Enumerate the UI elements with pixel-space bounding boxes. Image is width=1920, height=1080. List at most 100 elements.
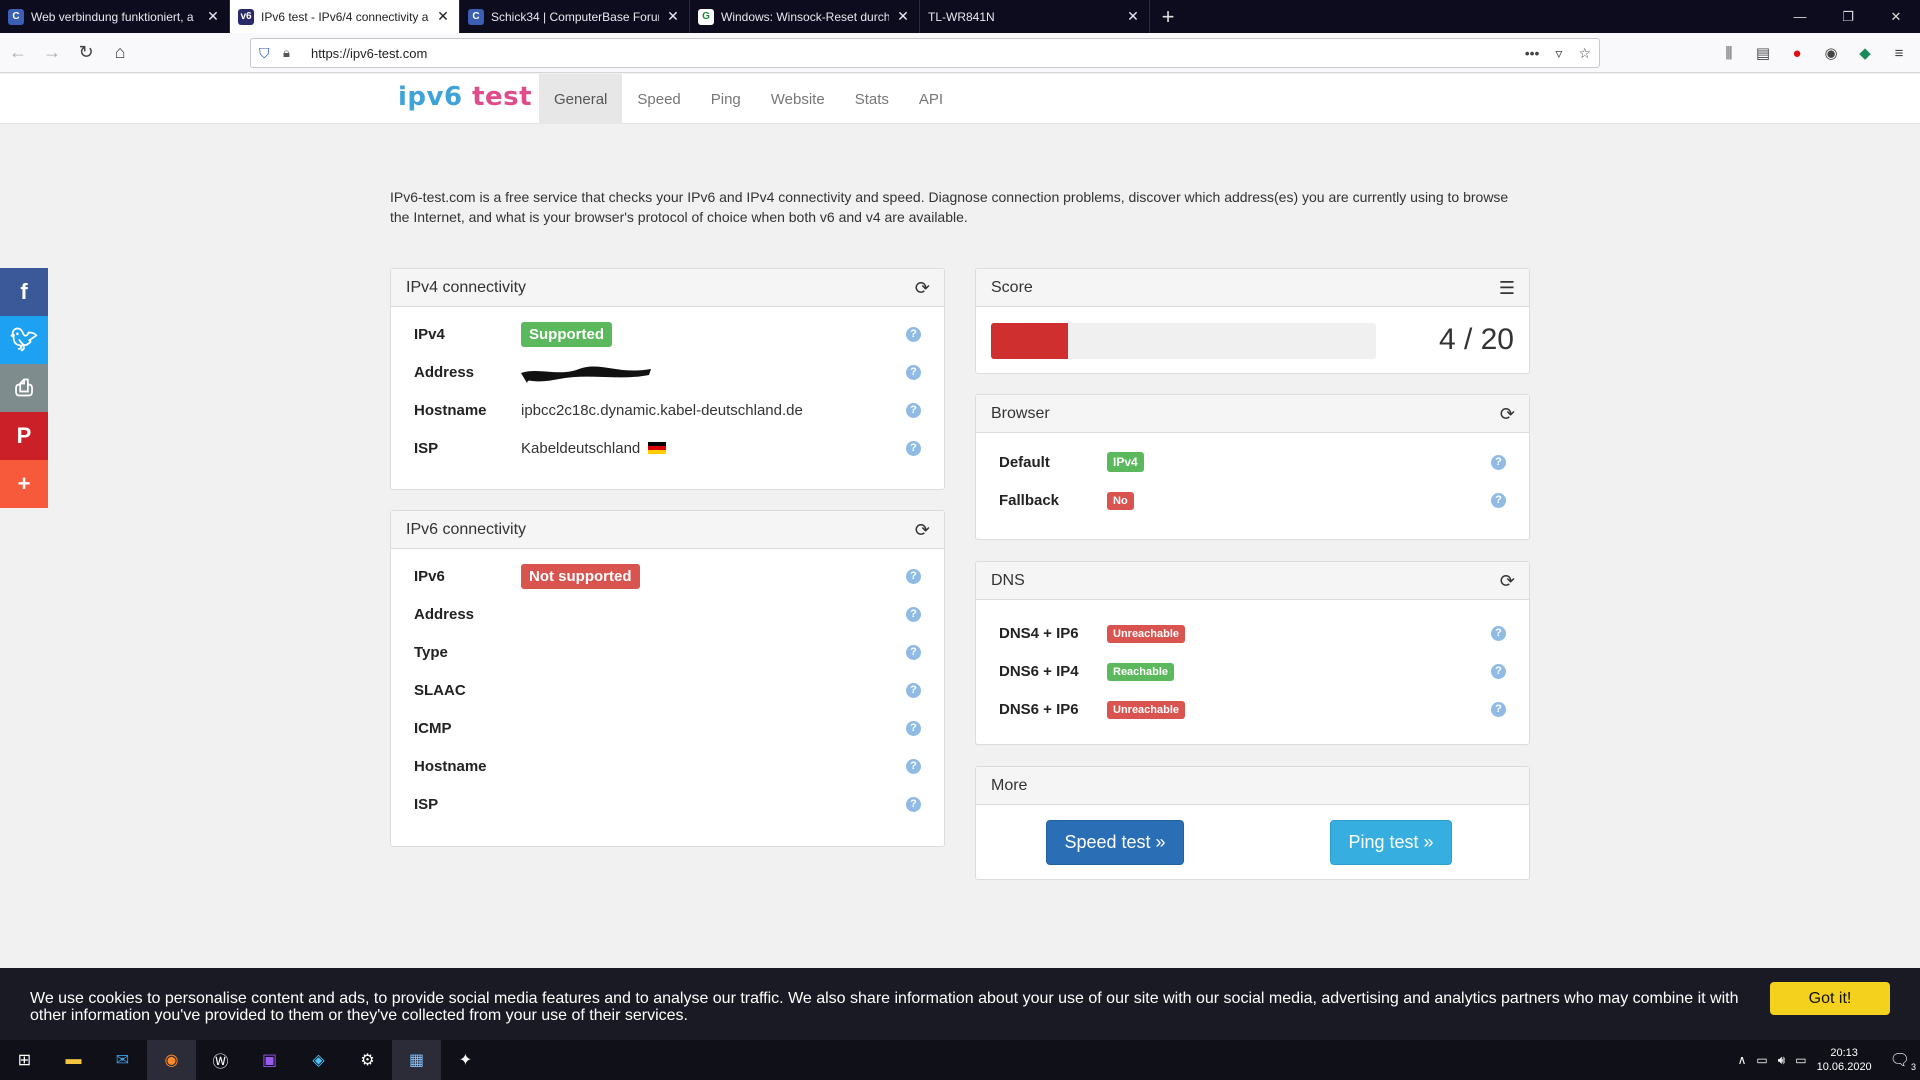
icmp-label: ICMP [414, 719, 452, 737]
library-icon[interactable]: ⫼ [1718, 37, 1740, 69]
settings-gear-icon[interactable]: ⚙ [343, 1040, 392, 1080]
menu-item-ping[interactable]: Ping [696, 74, 756, 124]
tools-icon[interactable]: ✦ [441, 1040, 490, 1080]
type-label: Type [414, 643, 448, 661]
help-icon[interactable]: ? [906, 796, 921, 812]
help-icon[interactable]: ? [906, 606, 921, 622]
address-bar[interactable]: ⛉ 🔒︎ https://ipv6-test.com ••• ▿ ☆ [250, 38, 1600, 68]
back-icon[interactable]: ← [2, 37, 34, 69]
chevron-up-icon[interactable]: ∧ [1738, 1053, 1747, 1067]
menu-item-general[interactable]: General [539, 74, 623, 124]
menu-item-website[interactable]: Website [756, 74, 840, 124]
new-tab-icon[interactable]: + [1150, 0, 1186, 33]
hostname-label: Hostname [414, 757, 487, 775]
app-w-icon[interactable]: Ⓦ [196, 1040, 245, 1080]
site-logo[interactable]: ipv6 test [398, 82, 532, 112]
twitch-icon[interactable]: ▣ [245, 1040, 294, 1080]
close-tab-icon[interactable]: ✕ [1125, 8, 1141, 25]
cookie-accept-button[interactable]: Got it! [1770, 982, 1890, 1015]
url-text[interactable]: https://ipv6-test.com [311, 46, 427, 61]
fallback-label: Fallback [999, 491, 1060, 509]
help-icon[interactable]: ? [1491, 701, 1506, 717]
sidebar-icon[interactable]: ▤ [1752, 37, 1774, 69]
minimize-icon[interactable]: — [1776, 0, 1824, 33]
twitter-icon[interactable]: 🐦︎ [0, 316, 48, 364]
forward-icon[interactable]: → [36, 37, 68, 69]
help-icon[interactable]: ? [906, 402, 921, 418]
tracking-shield-icon[interactable]: ⛉ [259, 45, 270, 62]
opera-icon[interactable]: ● [1786, 37, 1808, 69]
list-icon[interactable]: ☰ [1499, 278, 1515, 299]
firefox-icon[interactable]: ◉ [147, 1040, 196, 1080]
panel-title: Browser [991, 404, 1050, 422]
facebook-icon[interactable]: f [0, 268, 48, 316]
extension-icon[interactable]: ◆ [1854, 37, 1876, 69]
ipv4-panel: IPv4 connectivity ⟳ IPv4 Supported ? Addr… [390, 268, 945, 490]
help-icon[interactable]: ? [906, 364, 921, 380]
g-icon: G [698, 8, 714, 25]
file-explorer-icon[interactable]: ▬ [49, 1040, 98, 1080]
reload-icon[interactable]: ↻ [70, 37, 102, 69]
isp-value: Kabeldeutschland [521, 439, 641, 457]
pocket-icon[interactable]: ▿ [1555, 45, 1562, 62]
refresh-icon[interactable]: ⟳ [915, 278, 930, 299]
status-badge: Not supported [521, 563, 640, 589]
system-clock[interactable]: 20:13 10.06.2020 [1817, 1046, 1872, 1074]
menu-item-api[interactable]: API [904, 74, 958, 124]
close-window-icon[interactable]: ✕ [1872, 0, 1920, 33]
pinterest-icon[interactable]: P [0, 412, 48, 460]
close-tab-icon[interactable]: ✕ [895, 8, 911, 25]
menu-icon[interactable]: ≡ [1888, 37, 1910, 69]
browser-tab[interactable]: G Windows: Winsock-Reset durch ✕ [690, 0, 920, 33]
refresh-icon[interactable]: ⟳ [1500, 571, 1515, 592]
bookmark-star-icon[interactable]: ☆ [1578, 45, 1591, 62]
refresh-icon[interactable]: ⟳ [915, 520, 930, 541]
account-icon[interactable]: ◉ [1820, 37, 1842, 69]
score-panel: Score ☰ 4 / 20 [975, 268, 1530, 374]
menu-item-stats[interactable]: Stats [840, 74, 904, 124]
germany-flag-icon [648, 441, 667, 454]
default-label: Default [999, 453, 1050, 471]
dns-panel: DNS ⟳ DNS4 + IP6 Unreachable ? DNS6 + IP4… [975, 561, 1530, 745]
print-icon[interactable]: ⎙ [0, 364, 48, 412]
panel-title: IPv6 connectivity [406, 520, 527, 538]
menu-item-speed[interactable]: Speed [622, 74, 695, 124]
share-more-icon[interactable]: + [0, 460, 48, 508]
help-icon[interactable]: ? [906, 644, 921, 660]
ping-test-button[interactable]: Ping test » [1330, 820, 1452, 865]
speed-test-button[interactable]: Speed test » [1046, 820, 1184, 865]
window-app-icon[interactable]: ▦ [392, 1040, 441, 1080]
tab-title: IPv6 test - IPv6/4 connectivity a [261, 9, 429, 24]
help-icon[interactable]: ? [906, 440, 921, 456]
browser-tab[interactable]: C Web verbindung funktioniert, a ✕ [0, 0, 230, 33]
help-icon[interactable]: ? [1491, 625, 1506, 641]
status-badge: Reachable [1107, 662, 1175, 681]
browser-tab[interactable]: TL-WR841N ✕ [920, 0, 1150, 33]
mail-icon[interactable]: ✉ [98, 1040, 147, 1080]
help-icon[interactable]: ? [906, 720, 921, 736]
lock-icon[interactable]: 🔒︎ [283, 45, 290, 61]
battery-icon[interactable]: ▭ [1795, 1053, 1806, 1067]
help-icon[interactable]: ? [1491, 663, 1506, 679]
help-icon[interactable]: ? [906, 568, 921, 584]
network-icon[interactable]: ▭ [1756, 1053, 1767, 1067]
help-icon[interactable]: ? [906, 758, 921, 774]
help-icon[interactable]: ? [1491, 454, 1506, 470]
home-icon[interactable]: ⌂ [104, 37, 136, 69]
close-tab-icon[interactable]: ✕ [665, 8, 681, 25]
refresh-icon[interactable]: ⟳ [1500, 404, 1515, 425]
browser-tab[interactable]: C Schick34 | ComputerBase Forur ✕ [460, 0, 690, 33]
browser-tab-active[interactable]: v6 IPv6 test - IPv6/4 connectivity a ✕ [230, 0, 460, 33]
notifications-icon[interactable]: 🗨︎ 3 [1890, 1050, 1916, 1072]
close-tab-icon[interactable]: ✕ [435, 8, 451, 25]
restore-icon[interactable]: ❐ [1824, 0, 1872, 33]
windows-start-icon[interactable]: ⊞ [0, 1040, 49, 1080]
app-icon[interactable]: ◈ [294, 1040, 343, 1080]
help-icon[interactable]: ? [906, 326, 921, 342]
help-icon[interactable]: ? [906, 682, 921, 698]
window-controls: — ❐ ✕ [1776, 0, 1920, 33]
help-icon[interactable]: ? [1491, 492, 1506, 508]
volume-icon[interactable]: 🔊︎ [1778, 1053, 1786, 1068]
close-tab-icon[interactable]: ✕ [205, 8, 221, 25]
page-actions-icon[interactable]: ••• [1525, 45, 1540, 62]
